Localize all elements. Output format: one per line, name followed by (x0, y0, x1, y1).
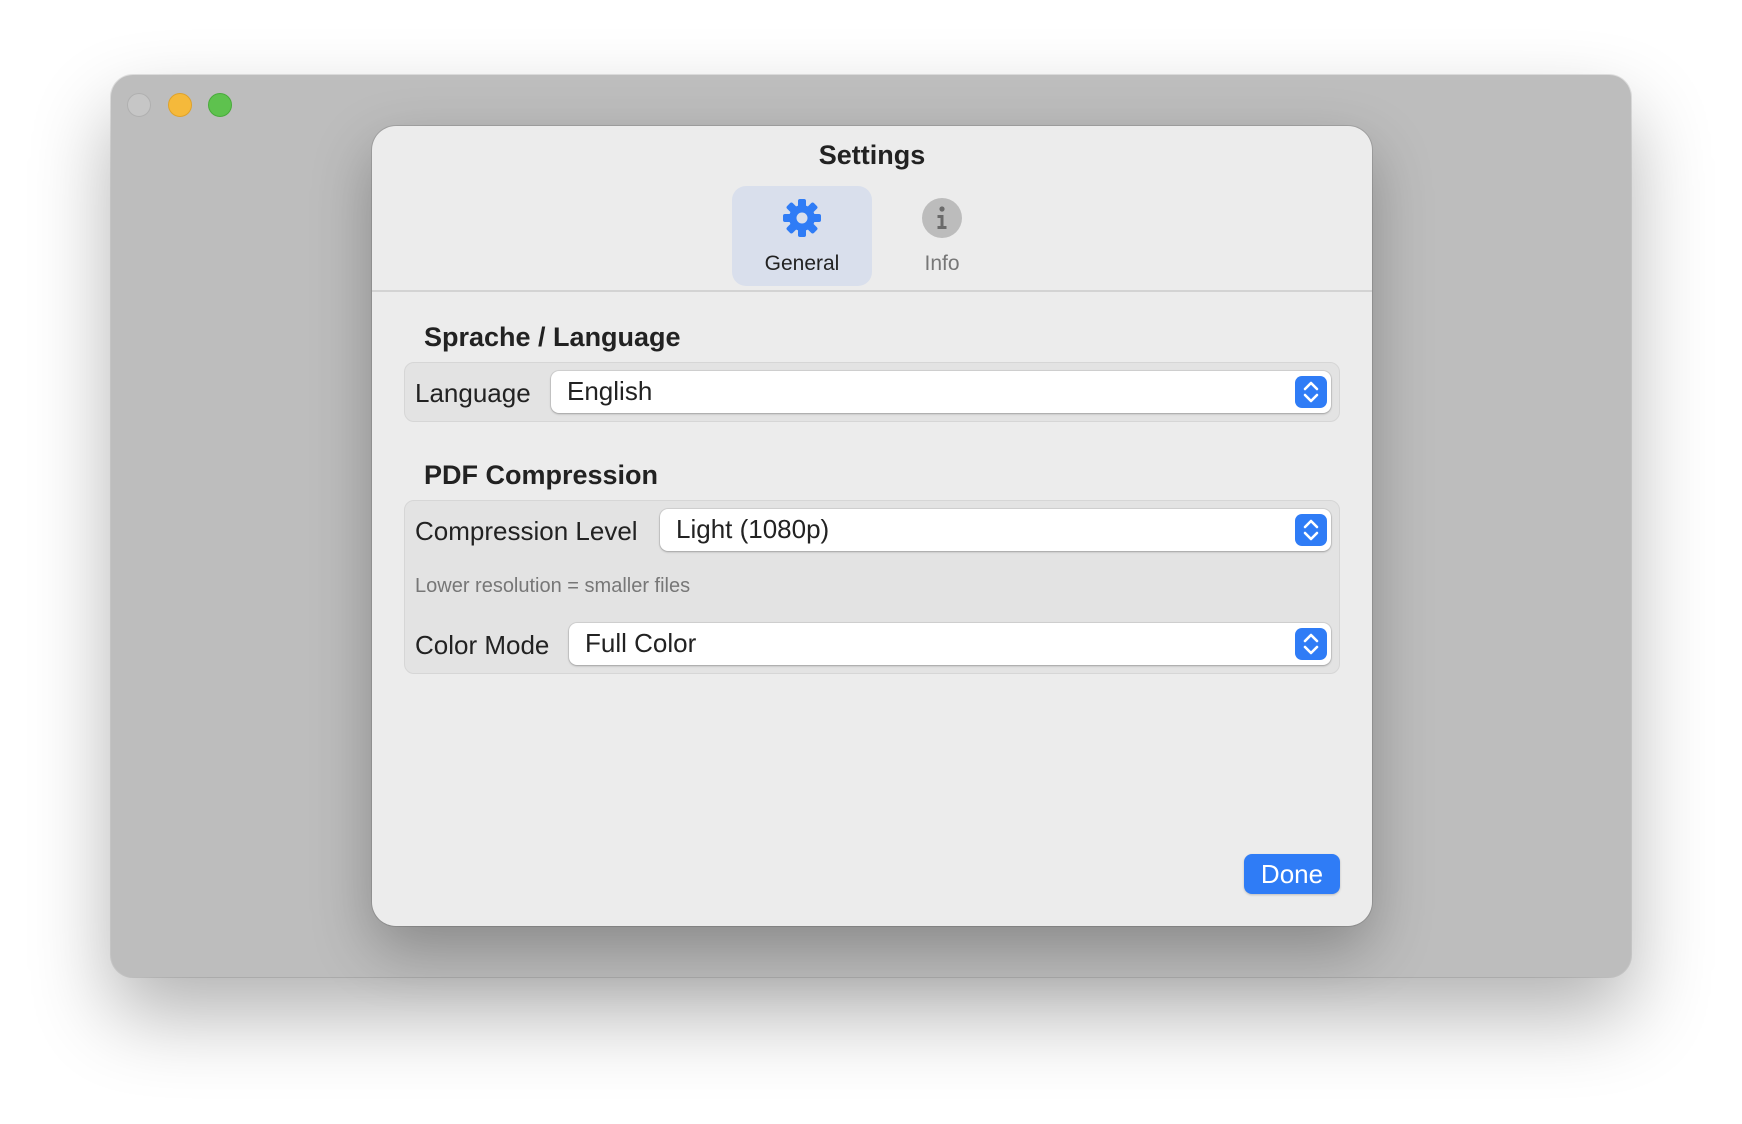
maximize-window-button[interactable] (208, 93, 232, 117)
color-mode-label: Color Mode (415, 630, 550, 660)
gear-icon (783, 199, 821, 237)
compression-hint: Lower resolution = smaller files (415, 575, 691, 597)
tab-general-label: General (764, 252, 840, 275)
pdf-compression-group: Compression Level Light (1080p) Lower re… (404, 500, 1340, 674)
compression-level-select[interactable]: Light (1080p) (660, 509, 1331, 551)
section-title-pdf-compression: PDF Compression (424, 460, 659, 490)
tab-general[interactable]: General (732, 186, 872, 286)
language-select[interactable]: English (551, 371, 1331, 413)
toolbar-divider (372, 290, 1372, 292)
language-label: Language (415, 378, 531, 408)
chevron-up-down-icon (1295, 514, 1327, 546)
done-button[interactable]: Done (1244, 854, 1340, 894)
close-window-button[interactable] (127, 93, 151, 117)
section-title-language: Sprache / Language (424, 322, 681, 352)
tab-info[interactable]: Info (872, 186, 1012, 286)
compression-level-label: Compression Level (415, 516, 638, 546)
chevron-up-down-icon (1295, 376, 1327, 408)
sheet-title: Settings (818, 140, 926, 170)
minimize-window-button[interactable] (168, 93, 192, 117)
settings-sheet: Settings General Info Sprache / Language… (372, 126, 1372, 926)
language-value: English (567, 376, 653, 406)
language-group: Language English (404, 362, 1340, 422)
chevron-up-down-icon (1295, 628, 1327, 660)
tab-info-label: Info (924, 252, 960, 275)
compression-level-value: Light (1080p) (676, 514, 830, 544)
color-mode-value: Full Color (585, 628, 697, 658)
info-icon (922, 198, 962, 238)
color-mode-select[interactable]: Full Color (569, 623, 1331, 665)
